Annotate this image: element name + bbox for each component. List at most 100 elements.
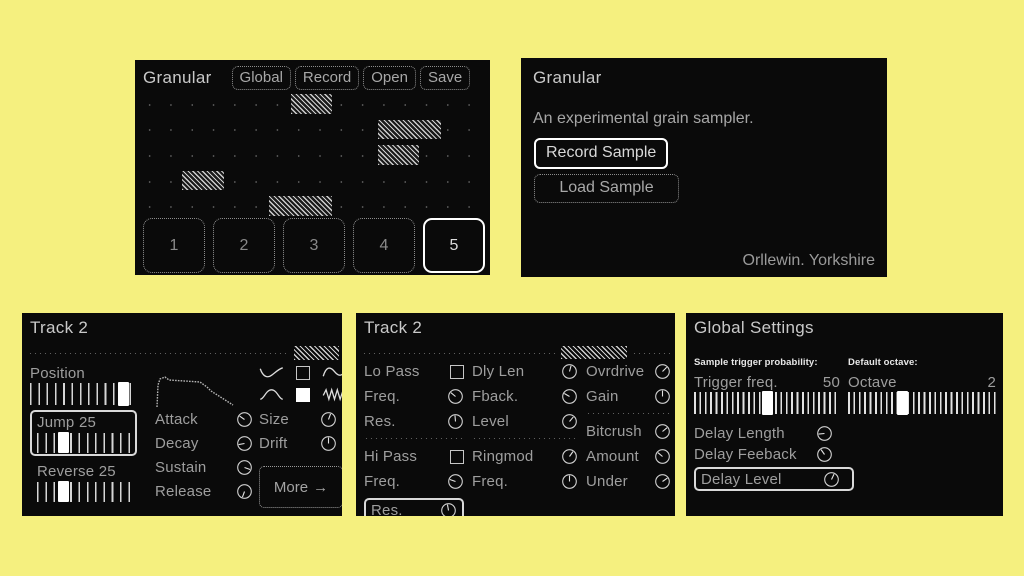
adsr-row[interactable]: Sustain	[155, 459, 253, 476]
trigger-freq-label: Trigger freq.	[694, 374, 778, 391]
knob-freq-icon[interactable]	[447, 473, 464, 490]
fx-row-lopass[interactable]: Lo Pass	[364, 363, 464, 380]
knob-fback-icon[interactable]	[561, 388, 578, 405]
position-track[interactable]	[30, 382, 137, 406]
knob-drift-icon[interactable]	[320, 435, 337, 452]
fx-checkbox-lopass[interactable]	[450, 364, 464, 379]
grain-label-drift: Drift	[259, 435, 288, 452]
pad-3[interactable]: 3	[283, 218, 345, 273]
trigger-freq-track[interactable]	[694, 391, 840, 415]
octave-handle[interactable]	[897, 391, 909, 415]
trigger-freq-handle[interactable]	[761, 391, 773, 415]
knob-level-icon[interactable]	[561, 413, 578, 430]
knob-release-icon[interactable]	[236, 483, 253, 500]
waveform-toggle-arch-curve[interactable]	[296, 387, 310, 402]
knob-gain-icon[interactable]	[654, 388, 671, 405]
global-row-delayfeeback[interactable]: Delay Feeback	[694, 446, 854, 463]
knob-size-icon[interactable]	[320, 411, 337, 428]
octave-track[interactable]	[848, 391, 996, 415]
fx-row-dlylen[interactable]: Dly Len	[472, 363, 578, 380]
fx-row-gain[interactable]: Gain	[586, 388, 671, 405]
jump-slider[interactable]: Jump 25	[30, 410, 137, 456]
octave-value: 2	[987, 374, 996, 391]
knob-delaylevel-icon[interactable]	[823, 471, 840, 488]
pattern-block[interactable]	[377, 119, 441, 140]
fx-checkbox-hipass[interactable]	[450, 449, 464, 464]
position-handle[interactable]	[118, 382, 130, 406]
knob-res-icon[interactable]	[440, 502, 457, 516]
fx-label-gain: Gain	[586, 388, 619, 405]
position-slider[interactable]: Position	[30, 365, 137, 406]
adsr-row[interactable]: Decay	[155, 435, 253, 452]
jump-track[interactable]	[37, 432, 130, 453]
global-button[interactable]: Global	[231, 66, 291, 91]
fx-row-ringmod[interactable]: Ringmod	[472, 448, 578, 465]
fx-row-amount[interactable]: Amount	[586, 448, 671, 465]
pattern-block[interactable]	[377, 145, 419, 165]
pattern-block[interactable]	[182, 170, 224, 191]
knob-freq-icon[interactable]	[447, 388, 464, 405]
jump-handle[interactable]	[57, 432, 69, 453]
curve-rise-icon[interactable]	[259, 365, 284, 380]
pad-2[interactable]: 2	[213, 218, 275, 273]
fx-panel: Track 2 Lo Pass Freq. Res. Hi Pass Freq. Res.…	[356, 313, 675, 516]
adsr-row[interactable]: Release	[155, 483, 253, 500]
fx-row-under[interactable]: Under	[586, 473, 671, 490]
zigzag-icon[interactable]	[322, 387, 342, 402]
s-curve-icon[interactable]	[322, 365, 342, 380]
knob-bitcrush-icon[interactable]	[654, 423, 671, 440]
fx-row-res[interactable]: Res.	[364, 413, 464, 430]
grain-label-size: Size	[259, 411, 289, 428]
jump-value: 25	[78, 414, 97, 431]
more-button[interactable]: More →	[259, 466, 342, 508]
fx-label-freq: Freq.	[364, 388, 401, 405]
octave-slider[interactable]: Octave 2	[848, 374, 996, 415]
credit-text: Orllewin. Yorkshire	[742, 252, 876, 269]
knob-delayfeeback-icon[interactable]	[816, 446, 833, 463]
knob-delaylength-icon[interactable]	[816, 425, 833, 442]
knob-attack-icon[interactable]	[236, 411, 253, 428]
grain-row[interactable]: Drift	[259, 435, 337, 452]
pad-4[interactable]: 4	[353, 218, 415, 273]
knob-sustain-icon[interactable]	[236, 459, 253, 476]
record-button[interactable]: Record	[294, 66, 360, 91]
pattern-block[interactable]	[269, 196, 333, 216]
record-sample-button[interactable]: Record Sample	[534, 138, 669, 170]
pattern-block[interactable]	[290, 94, 333, 114]
knob-res-icon[interactable]	[447, 413, 464, 430]
fx-row-hipass[interactable]: Hi Pass	[364, 448, 464, 465]
load-sample-button[interactable]: Load Sample	[534, 174, 679, 204]
fx-row-freq[interactable]: Freq.	[364, 473, 464, 490]
adsr-row[interactable]: Attack	[155, 411, 253, 428]
knob-dlylen-icon[interactable]	[561, 363, 578, 380]
pad-5[interactable]: 5	[423, 218, 485, 273]
reverse-label: Reverse	[37, 463, 95, 480]
reverse-track[interactable]	[37, 481, 130, 502]
global-row-delaylength[interactable]: Delay Length	[694, 425, 854, 442]
knob-freq-icon[interactable]	[561, 473, 578, 490]
knob-ringmod-icon[interactable]	[561, 448, 578, 465]
fx-row-freq[interactable]: Freq.	[472, 473, 578, 490]
fx-row-level[interactable]: Level	[472, 413, 578, 430]
fx-row-fback[interactable]: Fback.	[472, 388, 578, 405]
arch-curve-icon[interactable]	[259, 387, 284, 402]
reverse-slider[interactable]: Reverse 25	[30, 463, 137, 502]
fx-row-ovrdrive[interactable]: Ovrdrive	[586, 363, 671, 380]
knob-under-icon[interactable]	[654, 473, 671, 490]
envelope-graph[interactable]	[155, 371, 241, 416]
pattern-grid[interactable]	[135, 92, 490, 220]
save-button[interactable]: Save	[419, 66, 471, 91]
reverse-handle[interactable]	[57, 481, 69, 502]
pad-1[interactable]: 1	[143, 218, 205, 273]
global-row-delaylevel[interactable]: Delay Level	[694, 467, 854, 491]
grain-row[interactable]: Size	[259, 411, 337, 428]
knob-amount-icon[interactable]	[654, 448, 671, 465]
fx-row-bitcrush[interactable]: Bitcrush	[586, 423, 671, 440]
fx-row-res[interactable]: Res.	[364, 498, 464, 516]
waveform-toggle-curve-rise[interactable]	[296, 365, 310, 380]
fx-row-freq[interactable]: Freq.	[364, 388, 464, 405]
trigger-freq-slider[interactable]: Trigger freq. 50	[694, 374, 840, 415]
knob-decay-icon[interactable]	[236, 435, 253, 452]
open-button[interactable]: Open	[363, 66, 416, 91]
knob-ovrdrive-icon[interactable]	[654, 363, 671, 380]
